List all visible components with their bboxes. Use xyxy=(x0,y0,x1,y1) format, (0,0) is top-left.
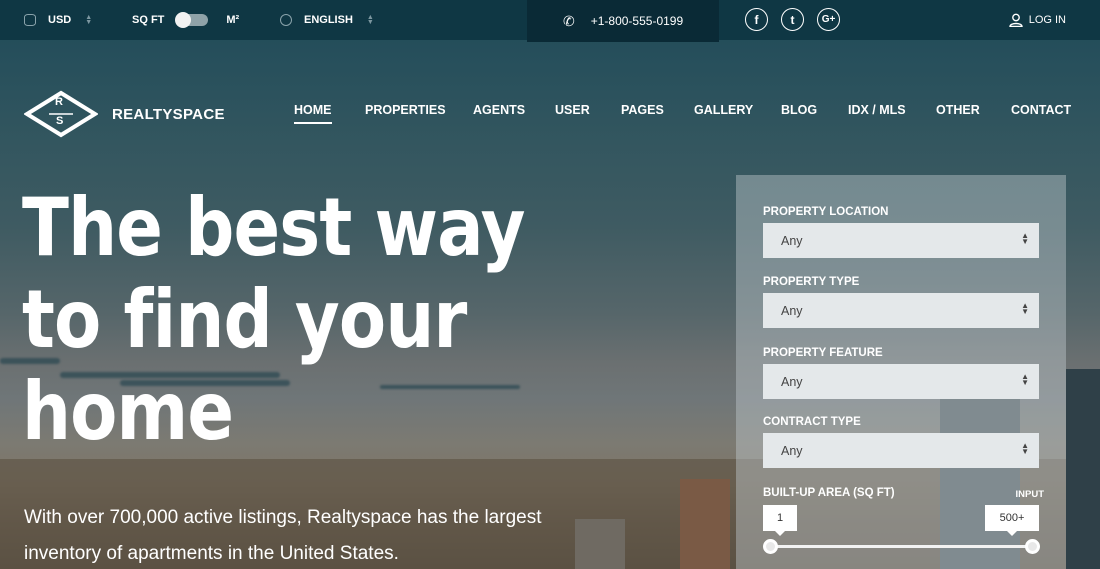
nav-contact[interactable]: CONTACT xyxy=(1011,103,1071,117)
area-slider-max-handle[interactable] xyxy=(1025,539,1040,554)
unit-sqft-label: SQ FT xyxy=(132,14,165,26)
sort-arrows-icon: ▲ ▼ xyxy=(1021,441,1029,456)
sort-arrows-icon: ▲ ▼ xyxy=(1021,231,1029,246)
top-bar: USD ▲ ▼ SQ FT M² ENGLISH ▲ ▼ ✆ +1-800-555-… xyxy=(0,0,1100,42)
logo[interactable]: R S REALTYSPACE xyxy=(23,90,225,138)
area-slider-track[interactable] xyxy=(770,545,1032,548)
login-link[interactable]: LOG IN xyxy=(1009,0,1066,40)
headline-line: home xyxy=(22,365,234,458)
logo-diamond-icon: R S xyxy=(23,90,99,138)
logo-letter-r: R xyxy=(55,96,63,108)
unit-m2-label: M² xyxy=(226,14,240,26)
contract-type-select[interactable]: Any ▲ ▼ xyxy=(763,433,1039,468)
subtext-line: With over 700,000 active listings, Realt… xyxy=(24,507,542,528)
sort-arrows-icon: ▲ ▼ xyxy=(1021,301,1029,316)
property-location-select[interactable]: Any ▲ ▼ xyxy=(763,223,1039,258)
login-label: LOG IN xyxy=(1028,14,1066,26)
select-value: Any xyxy=(781,374,803,389)
google-plus-icon[interactable]: G+ xyxy=(817,8,840,31)
input-mode-link[interactable]: INPUT xyxy=(1016,489,1045,500)
phone-number: +1-800-555-0199 xyxy=(590,14,684,28)
updown-icon: ▲ ▼ xyxy=(85,14,93,26)
building xyxy=(680,479,730,569)
unit-toggle-switch[interactable] xyxy=(175,12,209,28)
property-feature-label: PROPERTY FEATURE xyxy=(763,347,883,359)
phone-contact[interactable]: ✆ +1-800-555-0199 xyxy=(527,0,719,42)
currency-label: USD xyxy=(48,14,72,26)
property-type-label: PROPERTY TYPE xyxy=(763,276,860,288)
coins-icon xyxy=(24,14,36,26)
built-up-area-label: BUILT-UP AREA (SQ FT) xyxy=(763,487,895,499)
language-selector[interactable]: ENGLISH ▲ ▼ xyxy=(280,0,374,40)
property-type-select[interactable]: Any ▲ ▼ xyxy=(763,293,1039,328)
toggle-knob xyxy=(175,12,192,28)
language-label: ENGLISH xyxy=(304,14,353,26)
contract-type-label: CONTRACT TYPE xyxy=(763,416,861,428)
hero-subtext: With over 700,000 active listings, Realt… xyxy=(24,500,584,569)
property-feature-select[interactable]: Any ▲ ▼ xyxy=(763,364,1039,399)
user-icon xyxy=(1009,13,1023,27)
headline-line: The best way xyxy=(22,181,525,274)
nav-blog[interactable]: BLOG xyxy=(781,103,817,117)
phone-icon: ✆ xyxy=(563,12,575,29)
headline-line: to find your xyxy=(22,273,467,366)
logo-letter-s: S xyxy=(56,115,64,127)
nav-home[interactable]: HOME xyxy=(294,103,332,124)
area-min-value[interactable]: 1 xyxy=(763,505,797,536)
select-value: Any xyxy=(781,443,803,458)
property-search-panel: PROPERTY LOCATION Any ▲ ▼ PROPERTY TYPE A… xyxy=(736,175,1066,569)
property-location-label: PROPERTY LOCATION xyxy=(763,206,889,218)
nav-user[interactable]: USER xyxy=(555,103,590,117)
nav-idx-mls[interactable]: IDX / MLS xyxy=(848,103,906,117)
globe-icon xyxy=(280,14,292,26)
area-max-value[interactable]: 500+ xyxy=(985,505,1039,536)
nav-properties[interactable]: PROPERTIES xyxy=(365,103,446,117)
nav-gallery[interactable]: GALLERY xyxy=(694,103,753,117)
select-value: Any xyxy=(781,233,803,248)
updown-icon: ▲ ▼ xyxy=(366,14,374,26)
select-value: Any xyxy=(781,303,803,318)
unit-toggle-group: SQ FT M² xyxy=(132,0,239,40)
sort-arrows-icon: ▲ ▼ xyxy=(1021,372,1029,387)
twitter-icon[interactable]: t xyxy=(781,8,804,31)
facebook-icon[interactable]: f xyxy=(745,8,768,31)
currency-selector[interactable]: USD ▲ ▼ xyxy=(24,0,92,40)
social-links: f t G+ xyxy=(745,8,840,31)
subtext-line: inventory of apartments in the United St… xyxy=(24,543,399,564)
nav-other[interactable]: OTHER xyxy=(936,103,980,117)
nav-pages[interactable]: PAGES xyxy=(621,103,664,117)
hero-headline: The best way to find your home xyxy=(22,182,538,458)
building xyxy=(1066,369,1100,569)
brand-name: REALTYSPACE xyxy=(112,105,225,123)
nav-agents[interactable]: AGENTS xyxy=(473,103,525,117)
area-slider-min-handle[interactable] xyxy=(763,539,778,554)
